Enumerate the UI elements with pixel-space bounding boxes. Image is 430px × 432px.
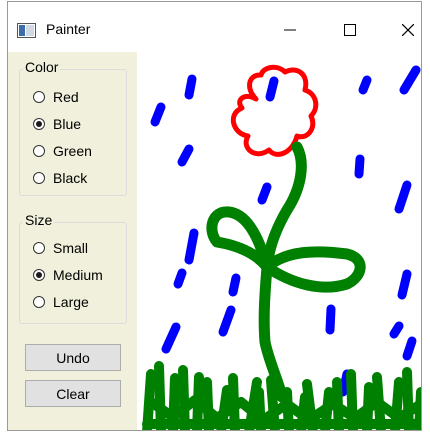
size-option-label: Small	[53, 240, 89, 256]
minimize-icon	[284, 29, 296, 31]
radio-icon	[33, 145, 45, 157]
size-option-label: Medium	[53, 267, 103, 283]
color-option-label: Green	[53, 143, 92, 159]
app-icon	[17, 23, 36, 38]
color-option-label: Black	[53, 170, 88, 186]
size-option-medium[interactable]: Medium	[33, 266, 103, 284]
maximize-button[interactable]	[333, 16, 367, 44]
color-group: Color Red Blue Green Black	[19, 59, 127, 196]
size-group: Size Small Medium Large	[19, 212, 127, 324]
color-option-green[interactable]: Green	[33, 142, 92, 160]
color-option-black[interactable]: Black	[33, 169, 87, 187]
clear-button[interactable]: Clear	[25, 380, 121, 407]
radio-icon	[33, 172, 45, 184]
color-option-label: Red	[53, 89, 79, 105]
radio-checked-icon	[33, 118, 45, 130]
tool-panel: Color Red Blue Green Black Size Small Me…	[8, 52, 137, 430]
minimize-button[interactable]	[273, 16, 307, 44]
color-option-red[interactable]: Red	[33, 88, 79, 106]
color-option-blue[interactable]: Blue	[33, 115, 81, 133]
size-group-label: Size	[23, 212, 55, 228]
size-option-large[interactable]: Large	[33, 293, 89, 311]
size-option-label: Large	[53, 294, 89, 310]
close-icon	[402, 24, 414, 36]
size-option-small[interactable]: Small	[33, 239, 88, 257]
drawing-surface	[142, 64, 421, 430]
title-bar[interactable]: Painter	[8, 2, 421, 52]
radio-icon	[33, 242, 45, 254]
close-button[interactable]	[391, 16, 421, 44]
drawing-canvas[interactable]	[137, 52, 421, 430]
radio-icon	[33, 91, 45, 103]
radio-checked-icon	[33, 269, 45, 281]
undo-button[interactable]: Undo	[25, 344, 121, 371]
rain-strokes	[150, 65, 421, 397]
radio-icon	[33, 296, 45, 308]
color-option-label: Blue	[53, 116, 82, 132]
color-group-label: Color	[23, 59, 61, 75]
window-title: Painter	[46, 21, 91, 37]
flower-stem	[206, 141, 366, 403]
grass-strokes	[142, 361, 421, 430]
painter-window: Painter Color Red Blue Green Black Size …	[7, 1, 422, 431]
maximize-icon	[344, 24, 356, 36]
